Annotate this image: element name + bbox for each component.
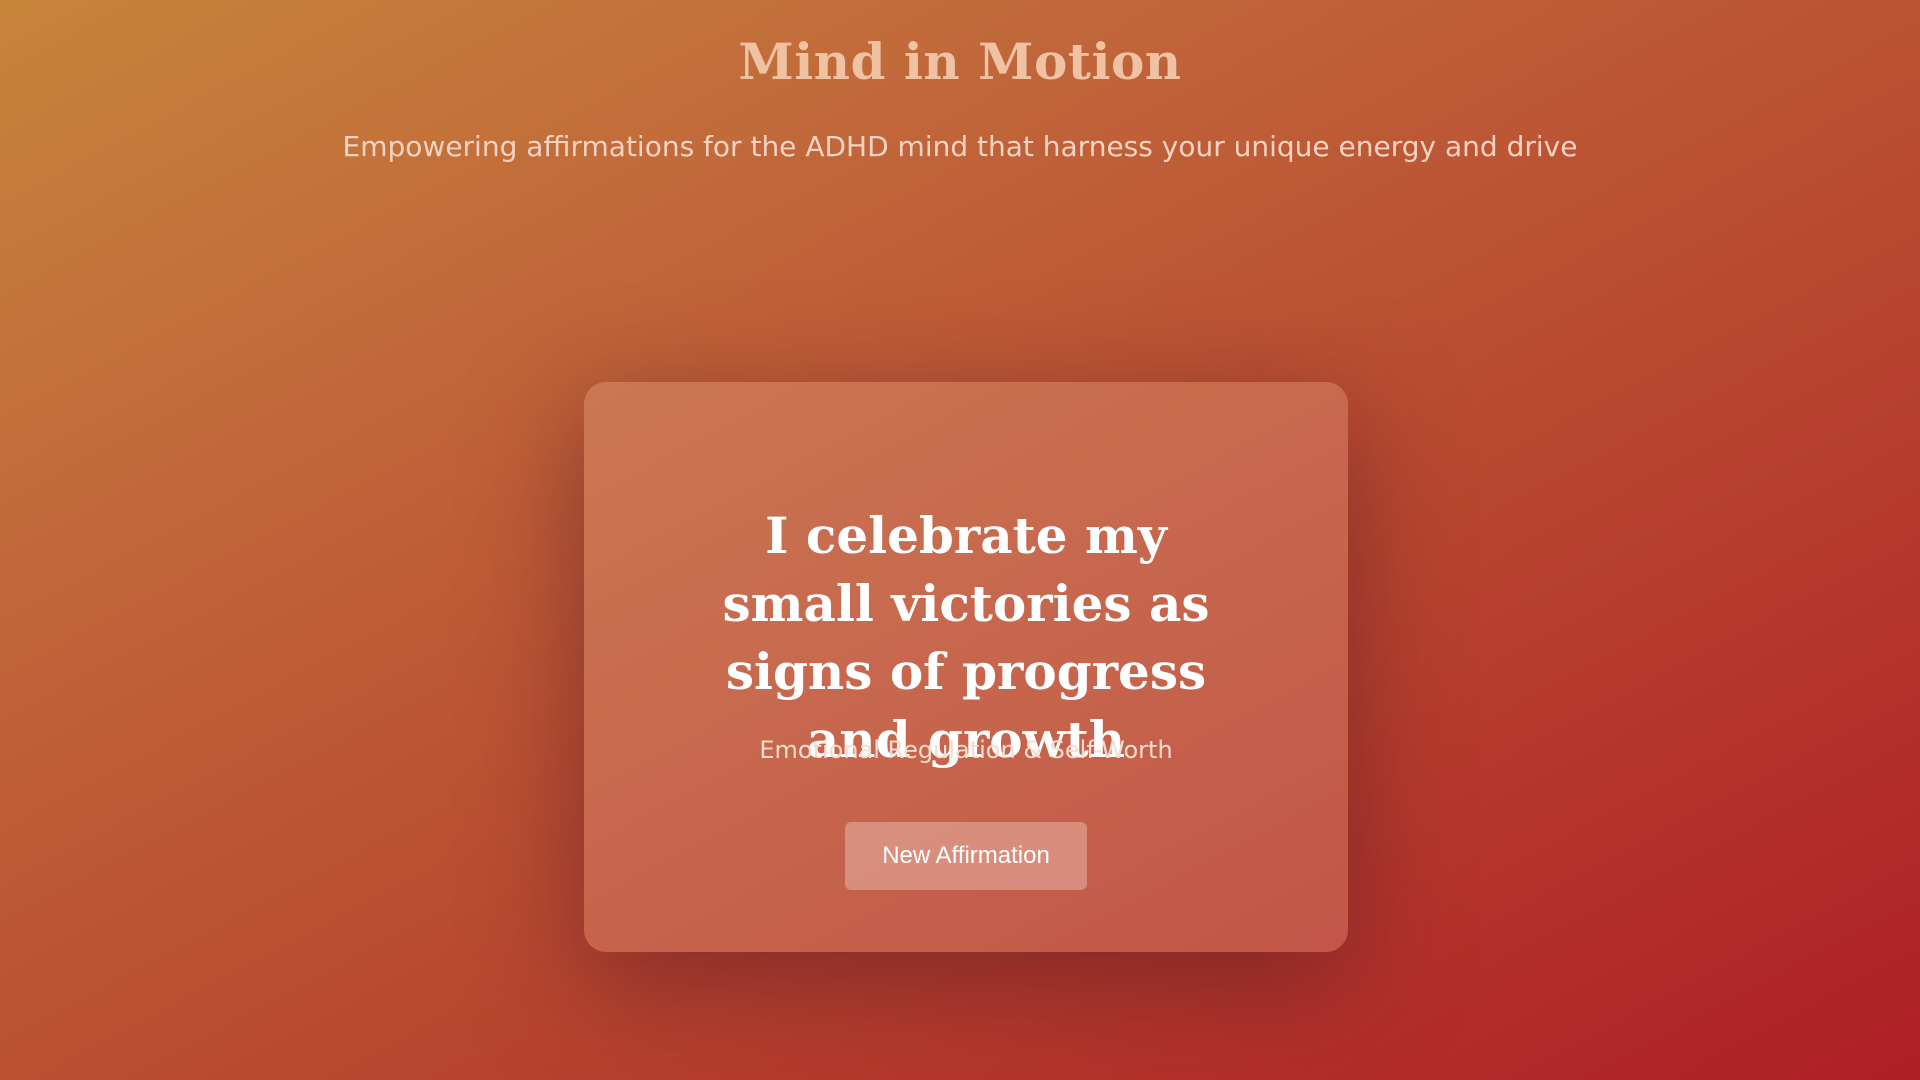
- page-title: Mind in Motion: [738, 32, 1182, 91]
- affirmation-text: I celebrate my small victories as signs …: [722, 506, 1210, 769]
- affirmation-card: I celebrate my small victories as signs …: [584, 382, 1348, 952]
- page-subtitle: Empowering affirmations for the ADHD min…: [342, 130, 1578, 163]
- affirmation-category: Emotional Regulation & Self-Worth: [759, 736, 1173, 764]
- new-affirmation-button[interactable]: New Affirmation: [845, 822, 1087, 890]
